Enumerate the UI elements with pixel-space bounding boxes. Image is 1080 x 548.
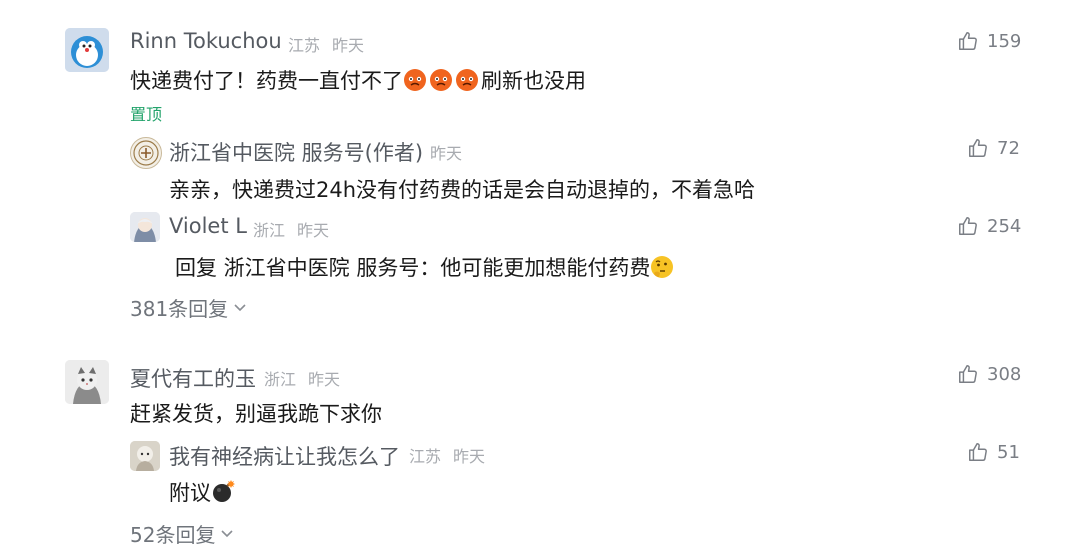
reply-time: 昨天: [453, 447, 486, 466]
like-count: 254: [987, 215, 1022, 237]
thumbs-up-icon: [959, 32, 977, 50]
reply-text: 回复 浙江省中医院 服务号：他可能更加想能付药费: [175, 252, 674, 284]
more-replies-button[interactable]: 381条回复: [130, 293, 246, 322]
thinking-face-icon: [650, 255, 674, 284]
reply-meta: 浙江 昨天: [253, 217, 329, 241]
like-button[interactable]: 159: [957, 30, 1021, 52]
comment-author[interactable]: Rinn Tokuchou: [130, 29, 282, 53]
reply-meta: 江苏 昨天: [409, 443, 485, 467]
avatar[interactable]: [130, 441, 160, 471]
comment-time: 昨天: [308, 370, 341, 389]
comment-location: 江苏: [288, 36, 321, 55]
thumbs-up-icon: [959, 365, 977, 383]
reply-location: 浙江: [253, 221, 286, 240]
reply-time: 昨天: [430, 144, 463, 163]
like-button[interactable]: 51: [967, 441, 1020, 463]
bomb-icon: [211, 478, 237, 509]
more-replies-button[interactable]: 52条回复: [130, 519, 234, 548]
like-button[interactable]: 72: [967, 137, 1020, 159]
like-button[interactable]: 308: [957, 363, 1021, 385]
reply-meta: 昨天: [430, 140, 462, 164]
like-count: 308: [987, 363, 1022, 385]
reply-time: 昨天: [297, 221, 330, 240]
thumbs-up-icon: [969, 443, 987, 461]
avatar[interactable]: [65, 28, 109, 72]
reply-author[interactable]: Violet L: [169, 214, 247, 238]
thumbs-up-icon: [969, 139, 987, 157]
avatar[interactable]: [130, 137, 162, 169]
chevron-down-icon: [234, 300, 246, 316]
thumbs-up-icon: [959, 217, 977, 235]
comment-time: 昨天: [332, 36, 365, 55]
chevron-down-icon: [221, 526, 234, 542]
like-button[interactable]: 254: [957, 215, 1021, 237]
comment-meta: 江苏 昨天: [288, 32, 364, 56]
like-count: 159: [987, 30, 1022, 52]
angry-face-icon: [403, 68, 481, 97]
hospital-logo-icon: [133, 140, 159, 166]
avatar[interactable]: [65, 360, 109, 404]
comment-location: 浙江: [264, 370, 297, 389]
like-count: 72: [997, 137, 1020, 159]
comment-text: 快递费付了！药费一直付不了 刷新也没用: [130, 65, 586, 97]
reply-location: 江苏: [409, 447, 442, 466]
comment-text: 赶紧发货，别逼我跪下求你: [130, 402, 382, 426]
pinned-badge: 置顶: [130, 105, 163, 124]
reply-text: 附议: [169, 477, 237, 509]
avatar[interactable]: [130, 212, 160, 242]
reply-author[interactable]: 浙江省中医院 服务号(作者): [169, 137, 423, 167]
comment-meta: 浙江 昨天: [264, 366, 340, 390]
reply-text: 亲亲，快递费过24h没有付药费的话是会自动退掉的，不着急哈: [169, 178, 756, 202]
comment-author[interactable]: 夏代有工的玉: [130, 363, 256, 393]
like-count: 51: [997, 441, 1020, 463]
reply-author[interactable]: 我有神经病让让我怎么了: [169, 441, 400, 471]
